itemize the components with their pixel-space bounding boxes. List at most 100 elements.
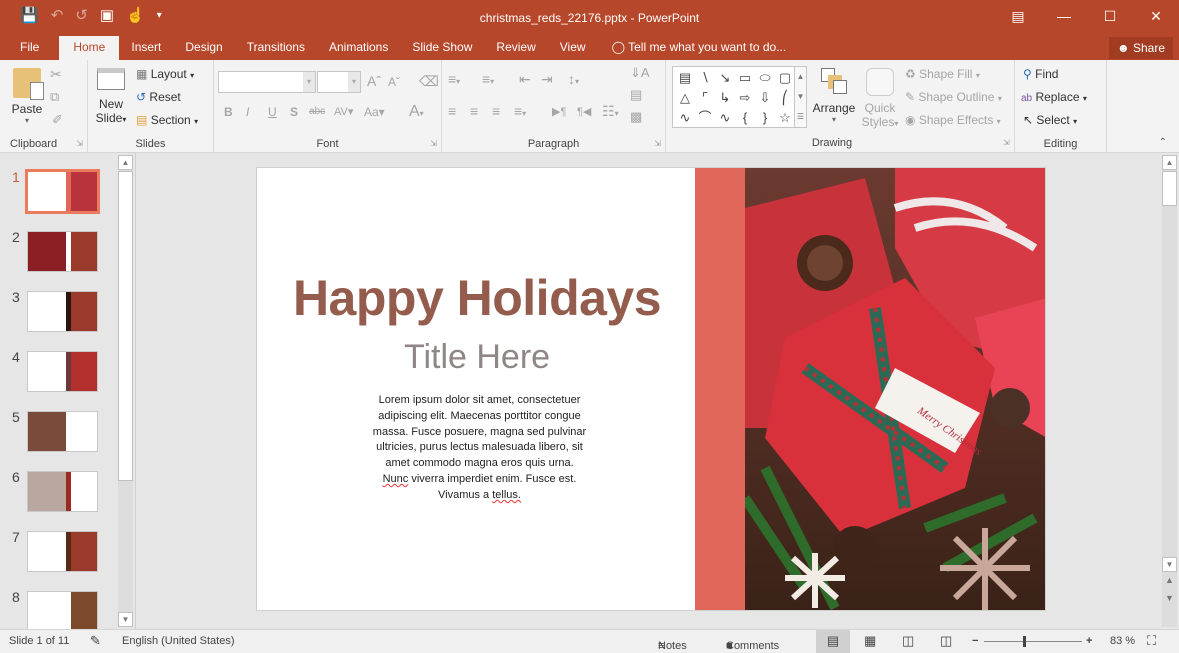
slide-thumbnail[interactable] xyxy=(27,471,98,512)
slide-thumbnail[interactable] xyxy=(27,591,98,632)
scroll-down-icon[interactable]: ▼ xyxy=(1162,557,1177,572)
scroll-up-icon[interactable]: ▲ xyxy=(1162,155,1177,170)
increase-font-size-icon[interactable]: Aˆ xyxy=(367,73,381,89)
slide-canvas[interactable]: Happy Holidays Title Here Lorem ipsum do… xyxy=(256,167,1046,611)
slide-thumbnail[interactable] xyxy=(27,351,98,392)
arrow-shape-icon[interactable]: ↘ xyxy=(715,68,735,88)
format-painter-icon[interactable]: ✐ xyxy=(52,112,63,128)
slide-thumbnail[interactable] xyxy=(25,169,100,214)
language-indicator[interactable]: English (United States) xyxy=(122,635,235,647)
zoom-in-icon[interactable]: + xyxy=(1086,635,1092,647)
align-left-icon[interactable]: ≡ xyxy=(448,103,456,119)
normal-view-icon[interactable]: ▤ xyxy=(816,630,850,653)
align-text-icon[interactable]: ▤ xyxy=(630,87,642,103)
font-name-combobox[interactable]: ▾ xyxy=(218,71,316,93)
font-size-combobox[interactable]: ▾ xyxy=(317,71,361,93)
right-brace-icon[interactable]: } xyxy=(755,108,775,128)
rtl-icon[interactable]: ¶◀ xyxy=(577,105,591,118)
slide-body-text[interactable]: Lorem ipsum dolor sit amet, consectetuer… xyxy=(362,393,597,504)
line-shape-icon[interactable]: ∖ xyxy=(695,68,715,88)
slide-title[interactable]: Happy Holidays xyxy=(257,269,697,327)
change-case-icon[interactable]: Aa▾ xyxy=(364,105,385,119)
underline-icon[interactable]: U xyxy=(268,105,277,119)
font-color-icon[interactable]: A▾ xyxy=(409,103,424,121)
tab-home[interactable]: Home xyxy=(59,36,120,60)
ribbon-display-options-icon[interactable]: ▤ xyxy=(995,0,1041,32)
reading-view-icon[interactable]: ◫ xyxy=(902,633,914,649)
zoom-out-icon[interactable]: − xyxy=(972,635,978,647)
slide-show-icon[interactable]: ◫ xyxy=(940,633,952,649)
textbox-shape-icon[interactable]: ▤ xyxy=(675,68,695,88)
italic-icon[interactable]: I xyxy=(246,105,249,119)
oval-shape-icon[interactable]: ⬭ xyxy=(755,68,775,88)
character-spacing-icon[interactable]: AV▾ xyxy=(334,105,353,118)
elbow-connector-icon[interactable]: ⌜ xyxy=(695,88,715,108)
select-button[interactable]: ↖ Select ▾ xyxy=(1023,113,1077,127)
arrange-button[interactable]: Arrange ▾ xyxy=(812,68,856,124)
text-direction-icon[interactable]: ⇓A xyxy=(630,65,650,81)
align-right-icon[interactable]: ≡ xyxy=(492,103,500,119)
zoom-slider-thumb[interactable] xyxy=(1022,636,1026,647)
rounded-rect-shape-icon[interactable]: ▢ xyxy=(775,68,795,88)
tab-view[interactable]: View xyxy=(548,36,598,60)
share-button[interactable]: ☻ Share xyxy=(1108,37,1173,59)
quick-styles-button[interactable]: Quick Styles▾ xyxy=(860,68,900,129)
new-slide-button[interactable]: New Slide▾ xyxy=(94,68,128,125)
justify-icon[interactable]: ≡▾ xyxy=(514,103,526,119)
tab-slide-show[interactable]: Slide Show xyxy=(400,36,484,60)
slide-thumbnail[interactable] xyxy=(27,411,98,452)
numbering-icon[interactable]: ≡▾ xyxy=(482,71,494,87)
bold-icon[interactable]: B xyxy=(224,105,233,119)
slide-sorter-icon[interactable]: ▦ xyxy=(864,633,876,649)
convert-to-smartart-icon[interactable]: ▩ xyxy=(630,109,642,125)
tab-review[interactable]: Review xyxy=(484,36,547,60)
replace-button[interactable]: ab Replace ▾ xyxy=(1021,90,1087,104)
scroll-down-icon[interactable]: ▼ xyxy=(118,612,133,627)
tab-insert[interactable]: Insert xyxy=(119,36,173,60)
decrease-indent-icon[interactable]: ⇤ xyxy=(519,71,531,88)
scroll-up-icon[interactable]: ▲ xyxy=(118,155,133,170)
next-slide-icon[interactable]: ▼ xyxy=(1162,593,1177,603)
previous-slide-icon[interactable]: ▲ xyxy=(1162,575,1177,585)
thumbnail-scrollbar[interactable]: ▲ ▼ xyxy=(118,155,133,627)
shape-fill-button[interactable]: ♻ Shape Fill ▾ xyxy=(905,67,980,81)
tab-file[interactable]: File xyxy=(0,36,59,60)
columns-icon[interactable]: ☷▾ xyxy=(602,103,619,120)
layout-button[interactable]: ▦ Layout ▾ xyxy=(136,67,194,81)
center-icon[interactable]: ≡ xyxy=(470,103,478,119)
scribble-shape-icon[interactable]: ∿ xyxy=(675,108,695,128)
elbow-arrow-icon[interactable]: ↳ xyxy=(715,88,735,108)
triangle-shape-icon[interactable]: △ xyxy=(675,88,695,108)
star-shape-icon[interactable]: ☆ xyxy=(775,108,795,128)
strikethrough-icon[interactable]: abc xyxy=(309,106,325,117)
christmas-gifts-photo[interactable]: Merry Christmas xyxy=(745,168,1045,610)
ltr-icon[interactable]: ▶¶ xyxy=(552,105,566,118)
drawing-launcher-icon[interactable]: ⇲ xyxy=(1003,138,1010,147)
bullets-icon[interactable]: ≡▾ xyxy=(448,71,460,87)
slide-scrollbar[interactable]: ▲ ▼ ▲ ▼ xyxy=(1162,155,1177,627)
reset-button[interactable]: ↺ Reset xyxy=(136,90,181,104)
maximize-icon[interactable]: ☐ xyxy=(1087,0,1133,32)
freeform-shape-icon[interactable]: ⎛ xyxy=(775,88,795,108)
scroll-thumb[interactable] xyxy=(1162,171,1177,206)
shape-effects-button[interactable]: ◉ Shape Effects ▾ xyxy=(905,113,1001,127)
clipboard-launcher-icon[interactable]: ⇲ xyxy=(76,139,83,148)
paste-button[interactable]: Paste ▾ xyxy=(10,68,44,125)
increase-indent-icon[interactable]: ⇥ xyxy=(541,71,553,88)
tell-me-search[interactable]: ◯ Tell me what you want to do... xyxy=(606,36,793,60)
zoom-slider[interactable] xyxy=(984,636,1082,647)
rectangle-shape-icon[interactable]: ▭ xyxy=(735,68,755,88)
shapes-gallery-scroll[interactable]: ▲ ▼ ☰ xyxy=(794,66,807,128)
tab-transitions[interactable]: Transitions xyxy=(235,36,317,60)
curve-shape-icon[interactable]: ∿ xyxy=(715,108,735,128)
left-brace-icon[interactable]: { xyxy=(735,108,755,128)
find-button[interactable]: ⚲ Find xyxy=(1023,67,1058,81)
scroll-thumb[interactable] xyxy=(118,171,133,481)
shape-outline-button[interactable]: ✎ Shape Outline ▾ xyxy=(905,90,1002,104)
tab-animations[interactable]: Animations xyxy=(317,36,400,60)
slide-thumbnail[interactable] xyxy=(27,291,98,332)
font-launcher-icon[interactable]: ⇲ xyxy=(430,139,437,148)
shapes-gallery[interactable]: ▤ ∖ ↘ ▭ ⬭ ▢ △ ⌜ ↳ ⇨ ⇩ ⎛ ∿ ⌒ ∿{} ☆ xyxy=(672,66,807,128)
slide-thumbnail[interactable] xyxy=(27,531,98,572)
slide-subtitle[interactable]: Title Here xyxy=(257,338,697,377)
